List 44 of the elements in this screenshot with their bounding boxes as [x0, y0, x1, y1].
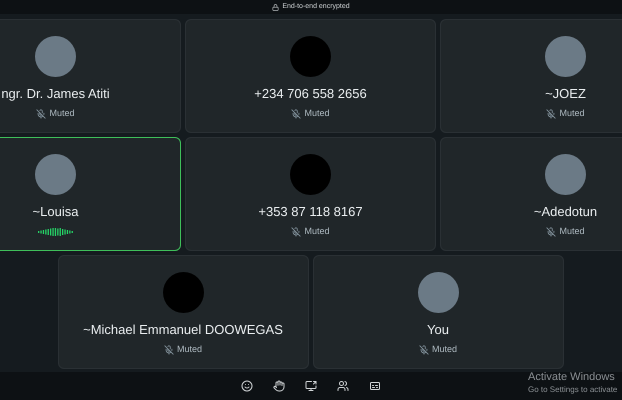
participant-name: ngr. Dr. James Atiti: [1, 85, 110, 103]
participant-tile[interactable]: ~Adedotun Muted: [440, 137, 622, 251]
participant-tile[interactable]: ~Michael Emmanuel DOOWEGAS Muted: [58, 255, 308, 369]
participant-tile[interactable]: ngr. Dr. James Atiti Muted: [0, 19, 181, 133]
participant-name: ~Adedotun: [534, 203, 598, 221]
mute-status: Muted: [559, 107, 584, 120]
lock-icon: [272, 4, 280, 10]
avatar-photo: [35, 36, 76, 77]
participant-name: ~Michael Emmanuel DOOWEGAS: [83, 321, 283, 339]
captions-icon: [369, 380, 381, 392]
participant-tile[interactable]: +353 87 118 8167 Muted: [185, 137, 436, 251]
avatar: [290, 154, 331, 195]
screen-share-button[interactable]: [304, 379, 318, 393]
mute-status: Muted: [432, 343, 457, 356]
people-button[interactable]: [336, 379, 350, 393]
hand-icon: [273, 380, 285, 392]
participant-name: ~Louisa: [32, 203, 78, 221]
captions-button[interactable]: [368, 379, 382, 393]
activation-subtitle: Go to Settings to activate: [528, 384, 618, 395]
avatar: [290, 36, 331, 77]
mute-status: Muted: [49, 107, 74, 120]
participant-name: ~JOEZ: [545, 85, 586, 103]
avatar-photo: [418, 272, 458, 313]
participant-name: You: [427, 321, 449, 339]
people-icon: [337, 380, 349, 392]
participant-name: +353 87 118 8167: [258, 203, 363, 221]
mute-status: Muted: [304, 225, 330, 238]
participant-name: +234 706 558 2656: [254, 85, 367, 103]
screen-share-icon: [305, 380, 317, 392]
participant-tile[interactable]: +234 706 558 2656 Muted: [185, 19, 436, 133]
avatar-photo: [545, 36, 586, 77]
emoji-button[interactable]: [240, 379, 254, 393]
emoji-icon: [241, 380, 253, 392]
mute-status: Muted: [304, 107, 330, 120]
participant-tile[interactable]: You Muted: [312, 255, 564, 369]
participant-tile[interactable]: ~JOEZ Muted: [440, 19, 622, 133]
avatar-photo: [35, 154, 76, 195]
mute-status: Muted: [559, 225, 584, 238]
activation-title: Activate Windows: [528, 371, 616, 384]
hand-button[interactable]: [272, 379, 286, 393]
avatar: [162, 272, 204, 313]
avatar-photo: [545, 154, 586, 195]
mute-status: Muted: [176, 343, 202, 356]
participant-tile[interactable]: ~Louisa: [0, 137, 181, 251]
